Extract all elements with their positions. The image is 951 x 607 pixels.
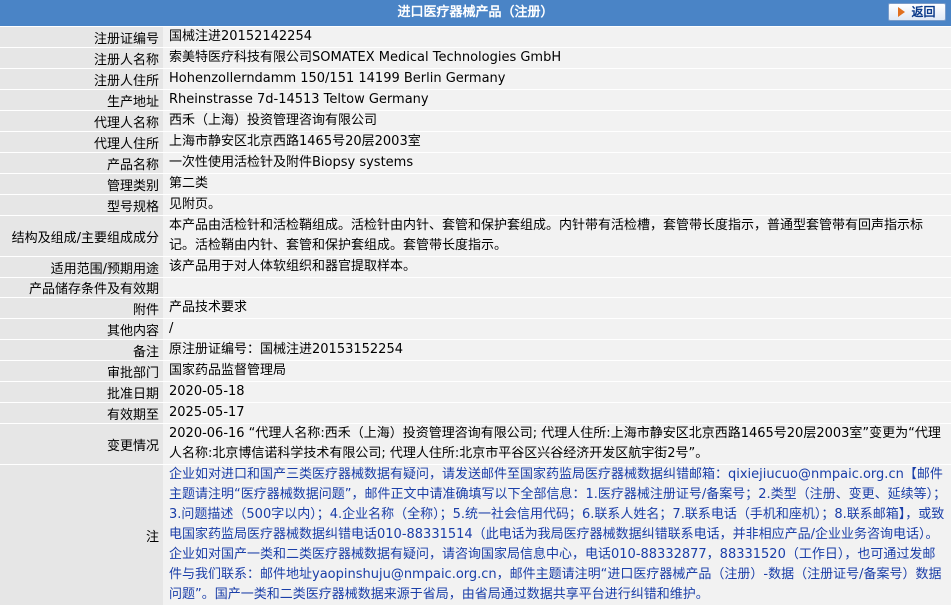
table-row: 生产地址 Rheinstrasse 7d-14513 Teltow German… — [0, 89, 951, 111]
row-label: 附件 — [0, 297, 163, 319]
row-value: / — [163, 318, 951, 340]
row-value: 国家药品监督管理局 — [163, 360, 951, 382]
row-value: 第二类 — [163, 173, 951, 195]
page: 进口医疗器械产品（注册） 返回 注册证编号 国械注进20152142254 注册… — [0, 0, 951, 607]
row-label: 变更情况 — [0, 423, 163, 465]
table-row: 注册证编号 国械注进20152142254 — [0, 27, 951, 48]
row-value: 见附页。 — [163, 194, 951, 216]
table-row: 注册人住所 Hohenzollerndamm 150/151 14199 Ber… — [0, 68, 951, 90]
row-label: 审批部门 — [0, 360, 163, 382]
row-label: 产品储存条件及有效期 — [0, 277, 163, 298]
table-row: 备注 原注册证编号：国械注进20153152254 — [0, 339, 951, 361]
arrow-right-icon — [898, 7, 906, 17]
row-value: Rheinstrasse 7d-14513 Teltow Germany — [163, 89, 951, 111]
table-row: 附件 产品技术要求 — [0, 297, 951, 319]
row-value — [163, 277, 951, 298]
row-value: 本产品由活检针和活检鞘组成。活检针由内针、套管和保护套组成。内针带有活检槽，套管… — [163, 215, 951, 257]
row-label: 管理类别 — [0, 173, 163, 195]
row-label: 生产地址 — [0, 89, 163, 111]
row-value: 上海市静安区北京西路1465号20层2003室 — [163, 131, 951, 153]
table-row: 审批部门 国家药品监督管理局 — [0, 360, 951, 382]
row-value: 一次性使用活检针及附件Biopsy systems — [163, 152, 951, 174]
table-row: 产品名称 一次性使用活检针及附件Biopsy systems — [0, 152, 951, 174]
row-label: 型号规格 — [0, 194, 163, 216]
table-row: 产品储存条件及有效期 — [0, 277, 951, 298]
notice-text: 企业如对进口和国产三类医疗器械数据有疑问，请发送邮件至国家药监局医疗器械数据纠错… — [163, 464, 951, 606]
row-label: 适用范围/预期用途 — [0, 256, 163, 278]
row-label: 代理人名称 — [0, 110, 163, 132]
row-label: 其他内容 — [0, 318, 163, 340]
row-value: 2020-05-18 — [163, 381, 951, 403]
row-value: 2020-06-16 “代理人名称:西禾（上海）投资管理咨询有限公司; 代理人住… — [163, 423, 951, 465]
row-value: 产品技术要求 — [163, 297, 951, 319]
table-row: 代理人住所 上海市静安区北京西路1465号20层2003室 — [0, 131, 951, 153]
table-row: 注册人名称 索美特医疗科技有限公司SOMATEX Medical Technol… — [0, 47, 951, 69]
row-label: 注册证编号 — [0, 27, 163, 48]
table-row: 适用范围/预期用途 该产品用于对人体软组织和器官提取样本。 — [0, 256, 951, 278]
row-label: 有效期至 — [0, 402, 163, 424]
back-button-label: 返回 — [911, 5, 936, 19]
table-row: 型号规格 见附页。 — [0, 194, 951, 216]
page-title: 进口医疗器械产品（注册） — [397, 5, 554, 20]
row-value: Hohenzollerndamm 150/151 14199 Berlin Ge… — [163, 68, 951, 90]
row-label: 注册人名称 — [0, 47, 163, 69]
row-value: 索美特医疗科技有限公司SOMATEX Medical Technologies … — [163, 47, 951, 69]
table-row: 代理人名称 西禾（上海）投资管理咨询有限公司 — [0, 110, 951, 132]
row-label: 注 — [0, 464, 163, 606]
table-row: 有效期至 2025-05-17 — [0, 402, 951, 424]
row-value: 西禾（上海）投资管理咨询有限公司 — [163, 110, 951, 132]
header-bar: 进口医疗器械产品（注册） 返回 — [0, 0, 951, 27]
row-value: 原注册证编号：国械注进20153152254 — [163, 339, 951, 361]
table-row: 注 企业如对进口和国产三类医疗器械数据有疑问，请发送邮件至国家药监局医疗器械数据… — [0, 464, 951, 606]
table-row: 结构及组成/主要组成成分 本产品由活检针和活检鞘组成。活检针由内针、套管和保护套… — [0, 215, 951, 257]
row-value: 国械注进20152142254 — [163, 27, 951, 48]
table-row: 变更情况 2020-06-16 “代理人名称:西禾（上海）投资管理咨询有限公司;… — [0, 423, 951, 465]
row-label: 产品名称 — [0, 152, 163, 174]
row-label: 备注 — [0, 339, 163, 361]
row-value: 该产品用于对人体软组织和器官提取样本。 — [163, 256, 951, 278]
row-value: 2025-05-17 — [163, 402, 951, 424]
row-label: 结构及组成/主要组成成分 — [0, 215, 163, 257]
table-row: 批准日期 2020-05-18 — [0, 381, 951, 403]
table-row: 管理类别 第二类 — [0, 173, 951, 195]
row-label: 批准日期 — [0, 381, 163, 403]
table-row: 其他内容 / — [0, 318, 951, 340]
detail-table: 注册证编号 国械注进20152142254 注册人名称 索美特医疗科技有限公司S… — [0, 27, 951, 606]
row-label: 代理人住所 — [0, 131, 163, 153]
row-label: 注册人住所 — [0, 68, 163, 90]
back-button[interactable]: 返回 — [888, 3, 946, 21]
